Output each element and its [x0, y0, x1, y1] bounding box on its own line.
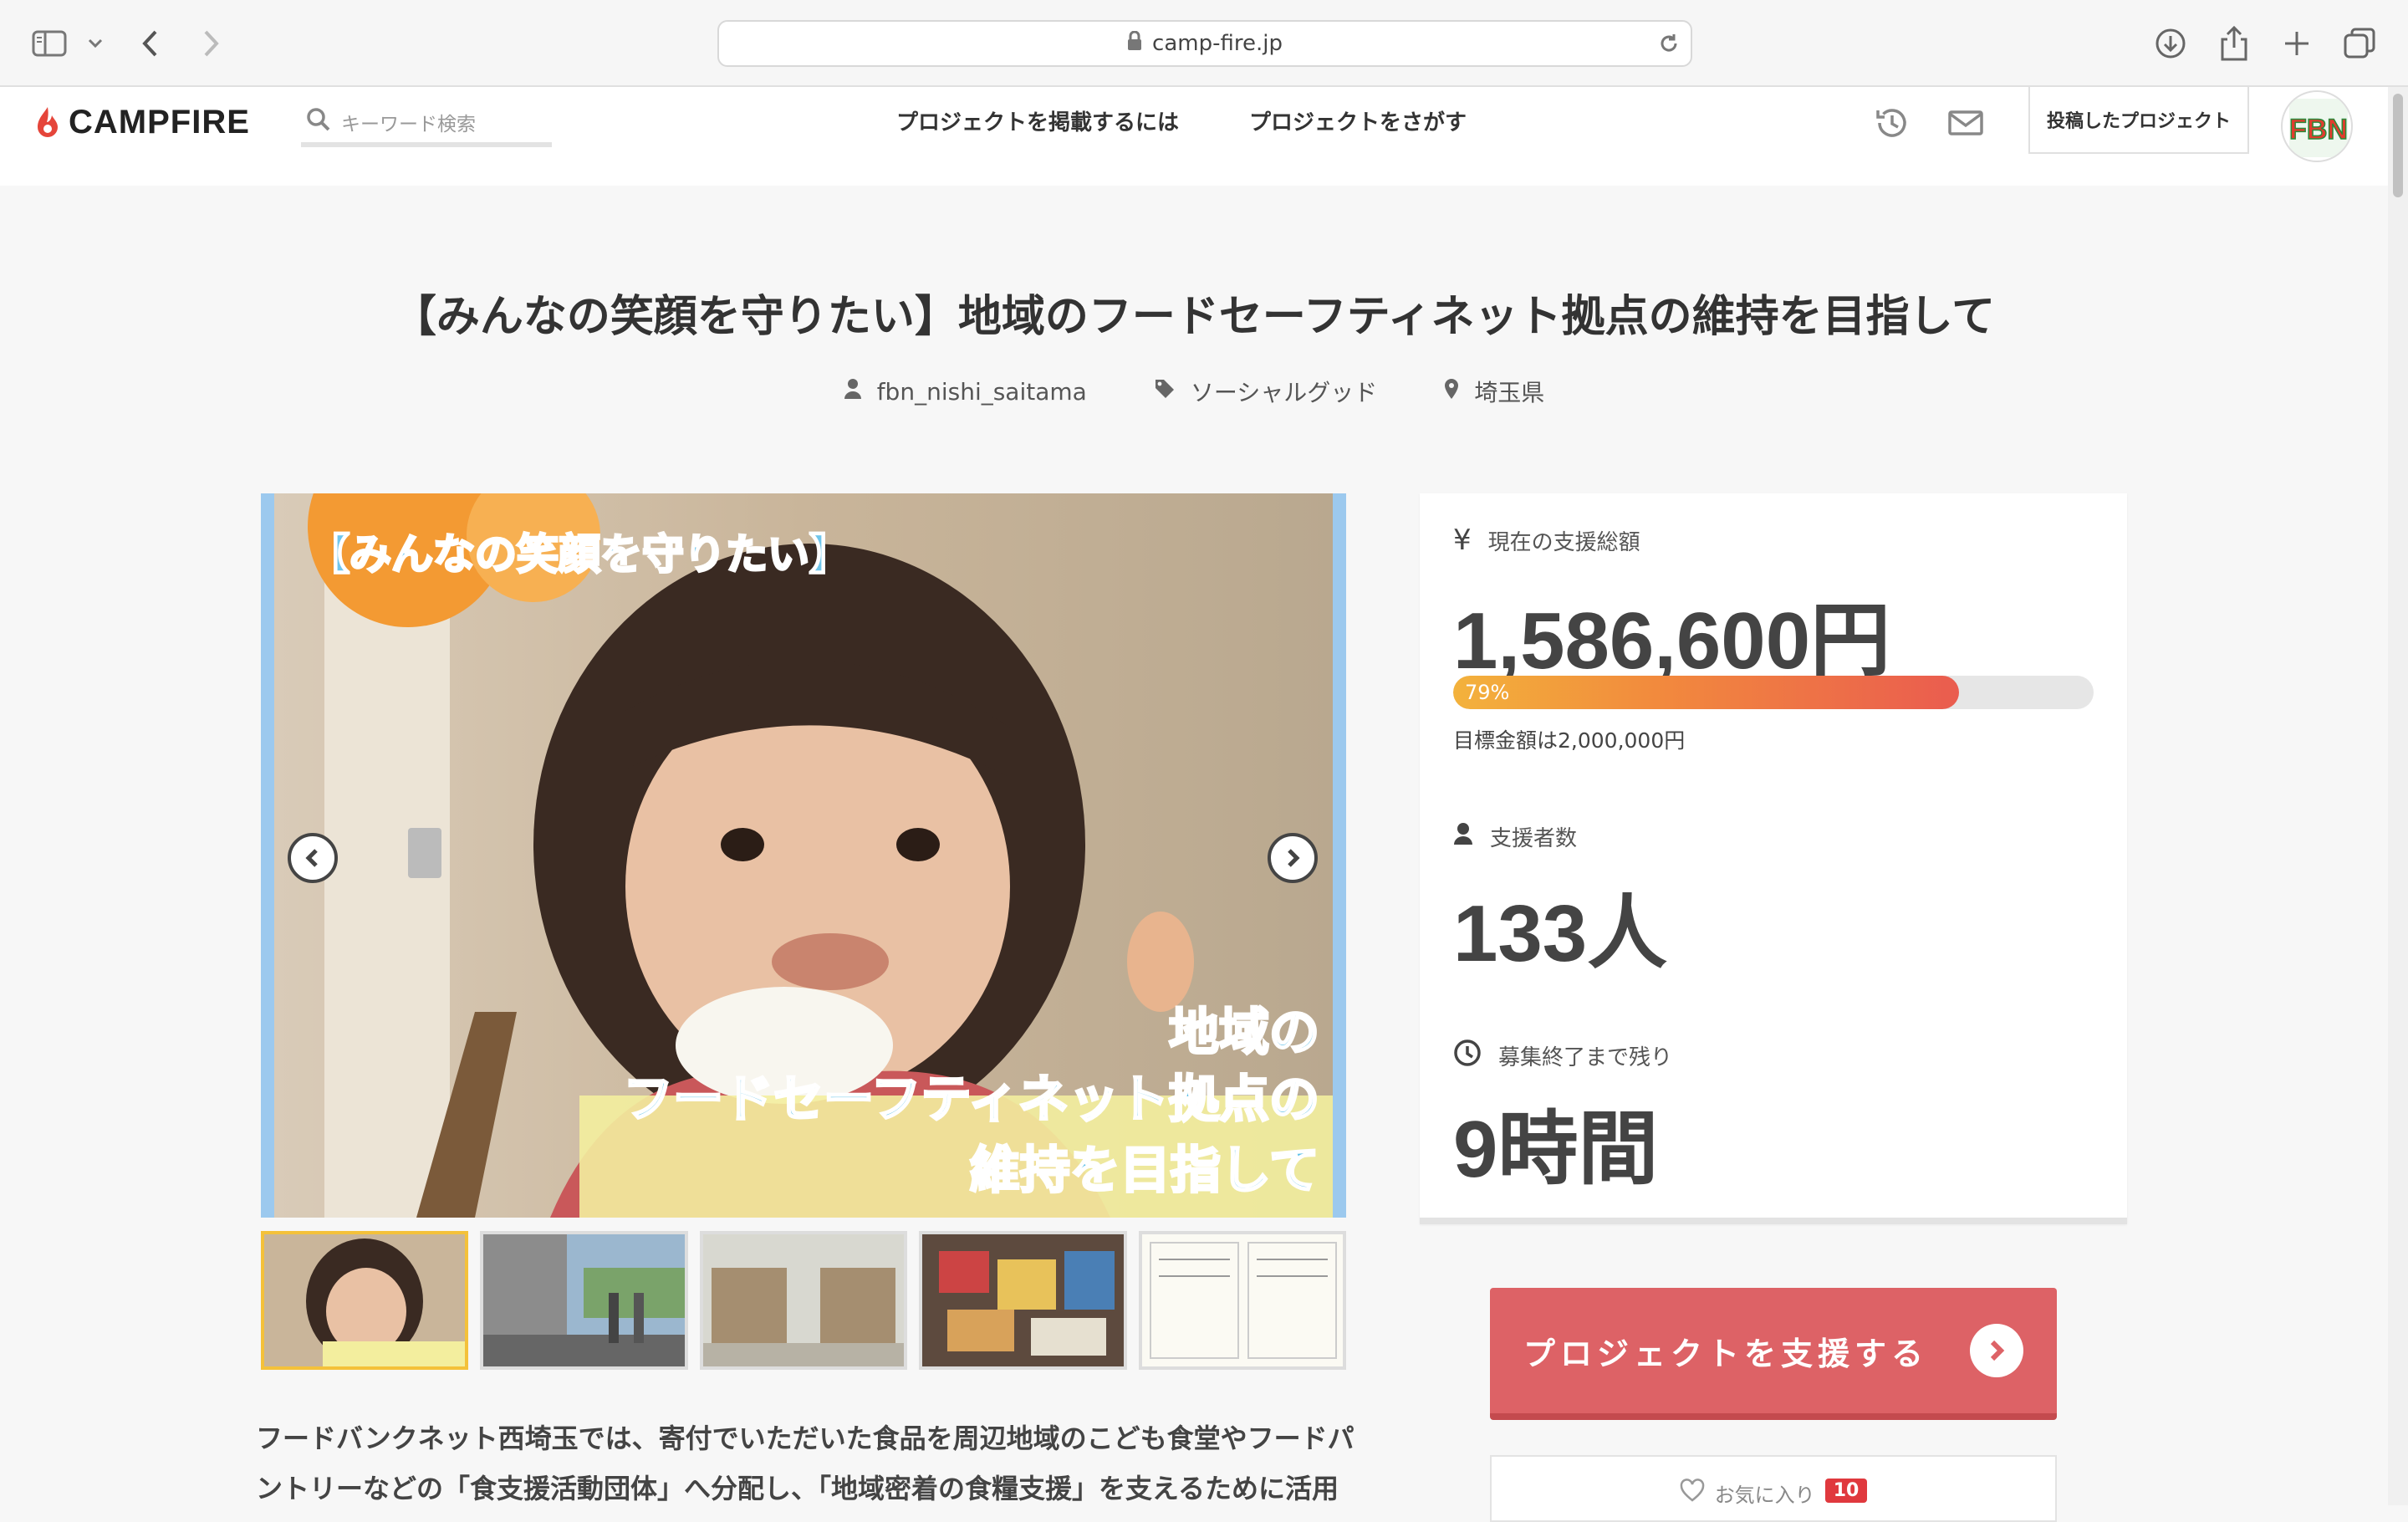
nav-find-projects[interactable]: プロジェクトをさがす	[1249, 105, 1467, 136]
favorite-button[interactable]: お気に入り 10	[1490, 1455, 2057, 1522]
download-icon[interactable]	[2154, 23, 2187, 64]
hero-text-top: 【みんなの笑顔を守りたい】	[308, 530, 851, 579]
prev-image-button[interactable]	[288, 833, 338, 883]
address-bar[interactable]: camp-fire.jp	[717, 20, 1692, 67]
reload-icon[interactable]	[1657, 32, 1681, 61]
favorite-count-badge: 10	[1824, 1479, 1868, 1503]
my-projects-button[interactable]: 投稿したプロジェクト	[2028, 87, 2249, 154]
remaining-time: 9時間	[1453, 1105, 1659, 1194]
share-icon[interactable]	[2219, 23, 2249, 64]
chevron-right-icon	[1288, 849, 1300, 867]
new-tab-icon[interactable]	[2283, 23, 2311, 64]
chevron-down-icon[interactable]	[87, 23, 104, 64]
tabs-overview-icon[interactable]	[2343, 23, 2376, 64]
backers-label: 支援者数	[1490, 826, 1578, 851]
next-image-button[interactable]	[1268, 833, 1318, 883]
thumbnail-3[interactable]	[699, 1231, 908, 1370]
category-link[interactable]: ソーシャルグッド	[1154, 375, 1377, 408]
browser-toolbar: camp-fire.jp	[0, 0, 2408, 87]
owner-name: fbn_nishi_saitama	[876, 377, 1087, 406]
stats-card: ¥ 現在の支援総額 1,586,600円 79% 目標金額は2,000,000円…	[1420, 493, 2127, 1224]
backers-count: 133人	[1453, 889, 1668, 978]
total-label: 現在の支援総額	[1487, 529, 1640, 555]
funding-progress-bar: 79%	[1453, 676, 2094, 709]
sidebar-toggle-icon[interactable]	[32, 23, 69, 64]
chevron-left-icon	[305, 849, 318, 867]
site-header: CAMPFIRE キーワード検索 プロジェクトを掲載するには プロジェクトをさが…	[0, 87, 2388, 186]
total-amount: 1,586,600円	[1453, 596, 1891, 686]
image-thumbnails	[261, 1231, 1347, 1370]
tag-icon	[1154, 378, 1176, 406]
flame-icon	[38, 107, 58, 137]
thumbnail-5[interactable]	[1138, 1231, 1347, 1370]
back-icon[interactable]	[140, 23, 161, 64]
thumbnail-2[interactable]	[480, 1231, 688, 1370]
hero-text-line3: 維持を目指して	[970, 1142, 1319, 1200]
favorite-label: お気に入り	[1714, 1484, 1815, 1507]
support-label: プロジェクトを支援する	[1523, 1335, 1929, 1372]
backers-label-row: 支援者数	[1453, 821, 1577, 852]
keyword-search[interactable]: キーワード検索	[301, 102, 552, 147]
url-text: camp-fire.jp	[1152, 31, 1283, 56]
total-label-row: ¥ 現在の支援総額	[1453, 524, 1640, 557]
map-pin-icon	[1444, 378, 1459, 406]
location-name: 埼玉県	[1474, 379, 1545, 406]
location-link[interactable]: 埼玉県	[1444, 375, 1544, 408]
user-icon	[844, 378, 862, 406]
remaining-label: 募集終了まで残り	[1498, 1045, 1673, 1070]
hero-text-line1: 地域の	[1169, 1004, 1319, 1062]
page-scrollbar[interactable]	[2388, 87, 2408, 1505]
clock-icon	[1453, 1039, 1482, 1073]
campfire-logo[interactable]: CAMPFIRE	[35, 102, 250, 142]
scrollbar-thumb[interactable]	[2393, 94, 2403, 197]
owner-link[interactable]: fbn_nishi_saitama	[844, 375, 1087, 408]
project-meta: fbn_nishi_saitama ソーシャルグッド 埼玉県	[0, 375, 2388, 408]
lock-icon	[1127, 30, 1142, 57]
yen-icon: ¥	[1453, 524, 1472, 557]
project-title: 【みんなの笑顔を守りたい】地域のフードセーフティネット拠点の維持を目指して	[392, 292, 1996, 342]
user-icon	[1453, 822, 1473, 851]
chevron-right-icon	[1970, 1324, 2023, 1377]
remaining-label-row: 募集終了まで残り	[1453, 1039, 1672, 1073]
project-main-image[interactable]: 【みんなの笑顔を守りたい】 地域の フードセーフティネット拠点の 維持を目指して	[261, 493, 1346, 1218]
nav-post-project[interactable]: プロジェクトを掲載するには	[896, 105, 1179, 136]
mail-icon[interactable]	[1946, 104, 1987, 144]
progress-fill: 79%	[1453, 676, 1960, 709]
avatar-text: FBN	[2289, 114, 2348, 146]
project-description: フードバンクネット西埼玉では、寄付でいただいた食品を周辺地域のこども食堂やフード…	[256, 1422, 1354, 1504]
goal-amount: 目標金額は2,000,000円	[1453, 728, 1686, 753]
heart-icon	[1680, 1479, 1705, 1507]
search-icon	[306, 107, 331, 137]
forward-icon[interactable]	[201, 23, 221, 64]
support-project-button[interactable]: プロジェクトを支援する	[1490, 1288, 2057, 1420]
logo-text: CAMPFIRE	[69, 103, 250, 140]
avatar[interactable]: FBN	[2281, 90, 2353, 162]
category-name: ソーシャルグッド	[1190, 379, 1378, 406]
thumbnail-4[interactable]	[919, 1231, 1127, 1370]
thumbnail-1[interactable]	[261, 1231, 469, 1370]
hero-text-line2: フードセーフティネット拠点の	[623, 1070, 1319, 1129]
history-icon[interactable]	[1873, 104, 1913, 144]
search-placeholder: キーワード検索	[341, 114, 476, 135]
progress-percent: 79%	[1465, 681, 1510, 704]
